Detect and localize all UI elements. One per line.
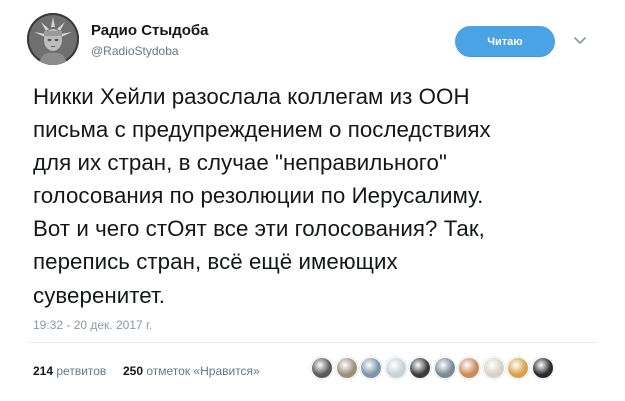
divider [28,342,598,343]
tweet-text: Никки Хейли разослала коллегам из ООН пи… [33,80,603,312]
follow-button[interactable]: Читаю [455,26,555,57]
tweet-line: перепись стран, всё ещё имеющих [33,249,398,275]
retweets-count[interactable]: 214 [33,364,53,378]
chevron-down-icon[interactable] [573,36,587,46]
liberty-statue-avatar-icon [27,13,79,65]
tweet-line: письма с предупреждением о последствиях [33,117,491,143]
tweet-line: для их стран, в случае "неправильного" [33,150,447,176]
liker-avatar[interactable] [507,357,529,379]
liker-avatar[interactable] [458,357,480,379]
liker-avatar[interactable] [360,357,382,379]
likes-label[interactable]: отметок «Нравится» [146,364,259,378]
likes-count[interactable]: 250 [123,364,143,378]
tweet-card: Радио Стыдоба @RadioStydoba Читаю Никки … [0,0,625,401]
tweet-line: Вот и чего стОят все эти голосования? Та… [33,216,485,242]
author-avatar[interactable] [27,13,79,65]
tweet-line: Никки Хейли разослала коллегам из ООН [33,84,470,109]
retweets-label[interactable]: ретвитов [56,364,106,378]
liker-avatar[interactable] [335,357,358,379]
liker-avatar[interactable] [531,357,554,379]
tweet-timestamp[interactable]: 19:32 - 20 дек. 2017 г. [33,318,152,332]
liker-avatar[interactable] [433,357,456,379]
author-handle[interactable]: @RadioStydoba [91,44,179,58]
liker-avatar[interactable] [409,357,431,379]
tweet-line: голосования по резолюции по Иерусалиму. [33,183,484,209]
engagement-stats: 214 ретвитов 250 отметок «Нравится» [33,364,260,378]
tweet-line: суверенитет. [33,282,166,308]
liker-avatar[interactable] [384,357,407,379]
liker-avatar[interactable] [482,357,505,379]
author-display-name[interactable]: Радио Стыдоба [91,22,209,39]
liker-avatar[interactable] [311,357,333,379]
